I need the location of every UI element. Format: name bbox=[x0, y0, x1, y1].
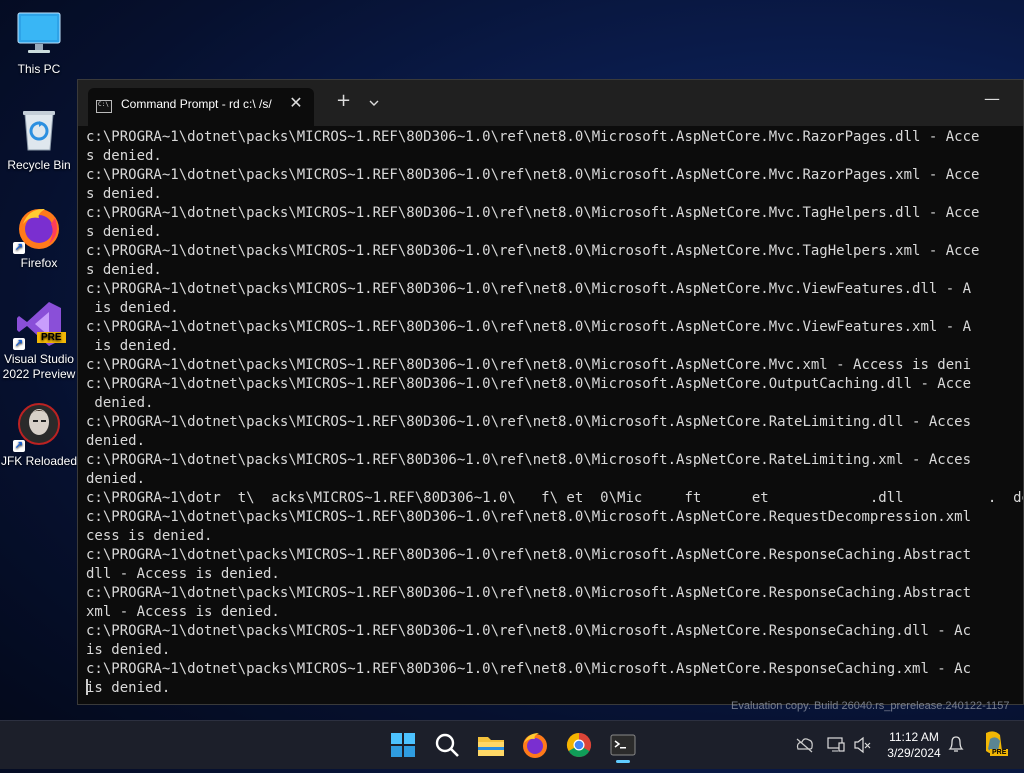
terminal-line: s denied. bbox=[86, 262, 162, 278]
search-icon[interactable] bbox=[431, 729, 463, 761]
terminal-icon[interactable] bbox=[607, 729, 639, 763]
terminal-line: c:\PROGRA~1\dotnet\packs\MICROS~1.REF\80… bbox=[86, 281, 972, 297]
firefox-icon: ↗ bbox=[13, 204, 63, 254]
cloud-offline-icon[interactable] bbox=[794, 721, 814, 769]
volume-muted-icon[interactable] bbox=[852, 721, 872, 769]
terminal-line: c:\PROGRA~1\dotnet\packs\MICROS~1.REF\80… bbox=[86, 661, 972, 677]
desktop-icon-recycle-bin[interactable]: Recycle Bin bbox=[0, 106, 78, 173]
terminal-line: xml - Access is denied. bbox=[86, 604, 280, 620]
terminal-line: c:\PROGRA~1\dotnet\packs\MICROS~1.REF\80… bbox=[86, 243, 980, 259]
title-bar[interactable]: Command Prompt - rd c:\ /s/ ✕ + — bbox=[78, 80, 1023, 126]
chrome-icon[interactable] bbox=[563, 729, 595, 761]
copilot-icon[interactable]: PRE bbox=[980, 721, 1009, 769]
terminal-line: cess is denied. bbox=[86, 528, 213, 544]
terminal-line: denied. bbox=[86, 471, 146, 487]
terminal-line-text: is denied. bbox=[86, 680, 171, 696]
terminal-line: c:\PROGRA~1\dotr t\ acks\MICROS~1.REF\80… bbox=[86, 490, 1023, 506]
terminal-line: c:\PROGRA~1\dotnet\packs\MICROS~1.REF\80… bbox=[86, 509, 972, 525]
clock[interactable]: 11:12 AM 3/29/2024 bbox=[876, 729, 952, 761]
clock-date: 3/29/2024 bbox=[887, 746, 941, 760]
terminal-line: c:\PROGRA~1\dotnet\packs\MICROS~1.REF\80… bbox=[86, 452, 972, 468]
notification-bell-icon[interactable] bbox=[946, 721, 966, 769]
desktop-icon-label: This PC bbox=[17, 62, 61, 76]
terminal-line: s denied. bbox=[86, 224, 162, 240]
terminal-line: denied. bbox=[86, 395, 154, 411]
terminal-line: is denied. bbox=[86, 642, 171, 658]
desktop-icon-visual-studio[interactable]: PRE ↗ Visual Studio 2022 Preview bbox=[0, 300, 78, 382]
desktop-icon-jfk-reloaded[interactable]: ↗ JFK Reloaded bbox=[0, 402, 78, 469]
desktop-icon-label: Recycle Bin bbox=[7, 158, 71, 172]
terminal-line: c:\PROGRA~1\dotnet\packs\MICROS~1.REF\80… bbox=[86, 319, 972, 335]
clock-time: 11:12 AM bbox=[889, 730, 939, 744]
evaluation-watermark: Evaluation copy. Build 26040.rs_prerelea… bbox=[731, 700, 1010, 712]
terminal-line: is denied. bbox=[86, 679, 1023, 698]
shortcut-arrow-icon: ↗ bbox=[13, 338, 25, 350]
shortcut-arrow-icon: ↗ bbox=[13, 440, 25, 452]
terminal-line: c:\PROGRA~1\dotnet\packs\MICROS~1.REF\80… bbox=[86, 623, 972, 639]
terminal-line: c:\PROGRA~1\dotnet\packs\MICROS~1.REF\80… bbox=[86, 585, 972, 601]
firefox-icon[interactable] bbox=[519, 729, 551, 761]
terminal-line: denied. bbox=[86, 433, 146, 449]
terminal-line: is denied. bbox=[86, 300, 179, 316]
recycle-bin-icon bbox=[15, 106, 63, 154]
terminal-line: s denied. bbox=[86, 148, 162, 164]
command-prompt-icon bbox=[96, 100, 112, 113]
terminal-line: s denied. bbox=[86, 186, 162, 202]
tab-title: Command Prompt - rd c:\ /s/ bbox=[121, 97, 272, 111]
desktop-icon-this-pc[interactable]: This PC bbox=[0, 10, 78, 77]
close-tab-icon[interactable]: ✕ bbox=[286, 93, 306, 112]
active-indicator bbox=[616, 760, 630, 763]
terminal-line: c:\PROGRA~1\dotnet\packs\MICROS~1.REF\80… bbox=[86, 205, 980, 221]
terminal-line: c:\PROGRA~1\dotnet\packs\MICROS~1.REF\80… bbox=[86, 414, 972, 430]
desktop-icon-firefox[interactable]: ↗ Firefox bbox=[0, 204, 78, 271]
preview-badge: PRE bbox=[37, 332, 66, 343]
copilot-badge: PRE bbox=[990, 749, 1009, 756]
terminal-line: c:\PROGRA~1\dotnet\packs\MICROS~1.REF\80… bbox=[86, 129, 980, 145]
desktop-icon-label: Visual Studio 2022 Preview bbox=[2, 352, 76, 381]
terminal-line: c:\PROGRA~1\dotnet\packs\MICROS~1.REF\80… bbox=[86, 357, 972, 373]
file-explorer-icon[interactable] bbox=[475, 729, 507, 761]
terminal-line: dll - Access is denied. bbox=[86, 566, 280, 582]
terminal-line: c:\PROGRA~1\dotnet\packs\MICROS~1.REF\80… bbox=[86, 167, 980, 183]
shortcut-arrow-icon: ↗ bbox=[13, 242, 25, 254]
chevron-down-icon[interactable] bbox=[368, 94, 380, 106]
taskbar: 11:12 AM 3/29/2024 PRE bbox=[0, 720, 1024, 769]
desktop-icon-label: JFK Reloaded bbox=[0, 454, 78, 468]
terminal-line: c:\PROGRA~1\dotnet\packs\MICROS~1.REF\80… bbox=[86, 376, 972, 392]
display-icon[interactable] bbox=[826, 721, 846, 769]
new-tab-button[interactable]: + bbox=[336, 90, 351, 111]
terminal-line: c:\PROGRA~1\dotnet\packs\MICROS~1.REF\80… bbox=[86, 547, 972, 563]
jfk-reloaded-icon: ↗ bbox=[13, 402, 63, 452]
tab-command-prompt[interactable]: Command Prompt - rd c:\ /s/ ✕ bbox=[88, 88, 314, 126]
terminal-line: is denied. bbox=[86, 338, 179, 354]
minimize-button[interactable]: — bbox=[984, 89, 1000, 108]
monitor-icon bbox=[15, 10, 63, 58]
terminal-window[interactable]: Command Prompt - rd c:\ /s/ ✕ + — c:\PRO… bbox=[77, 79, 1024, 705]
start-icon[interactable] bbox=[387, 729, 419, 761]
visual-studio-icon: PRE ↗ bbox=[13, 300, 66, 350]
desktop-icon-label: Firefox bbox=[20, 256, 58, 270]
terminal-output[interactable]: c:\PROGRA~1\dotnet\packs\MICROS~1.REF\80… bbox=[86, 128, 1023, 704]
